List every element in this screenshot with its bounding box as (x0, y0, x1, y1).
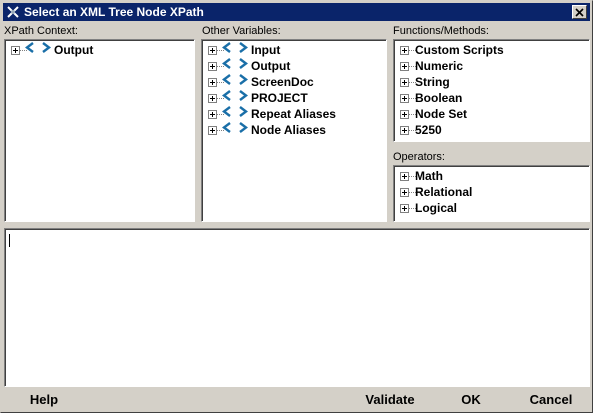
xml-node-icon (222, 42, 248, 53)
xml-node-icon (222, 90, 248, 101)
expand-icon[interactable] (400, 172, 409, 181)
ok-button[interactable]: OK (450, 389, 492, 411)
tree-item-label: Logical (415, 201, 458, 215)
tree-item-label: Node Aliases (251, 123, 326, 137)
functions-label: Functions/Methods: (393, 25, 489, 37)
validate-button[interactable]: Validate (354, 389, 426, 411)
xml-node-icon (222, 106, 248, 117)
expand-icon[interactable] (11, 46, 20, 55)
xml-node-icon (222, 122, 248, 133)
tree-item-label: Relational (415, 185, 473, 199)
expand-icon[interactable] (208, 126, 217, 135)
functions-tree[interactable]: Custom Scripts Numeric String Boolean Node S… (393, 39, 590, 142)
tree-item-label: Output (54, 43, 94, 57)
tree-item-label: Math (415, 169, 443, 183)
expand-icon[interactable] (400, 62, 409, 71)
expand-icon[interactable] (400, 204, 409, 213)
tree-item-label: Custom Scripts (415, 43, 504, 57)
tree-item-label: Boolean (415, 91, 463, 105)
window-title: Select an XML Tree Node XPath (24, 5, 204, 19)
close-icon (575, 8, 584, 17)
operators-label: Operators: (393, 151, 445, 163)
expand-icon[interactable] (400, 94, 409, 103)
expand-icon[interactable] (400, 126, 409, 135)
operators-tree[interactable]: Math Relational Logical (393, 165, 590, 222)
tree-item-label: String (415, 75, 450, 89)
xpath-context-label: XPath Context: (4, 25, 78, 37)
xml-node-icon (222, 74, 248, 85)
tree-item-label: Output (251, 59, 291, 73)
other-variables-tree[interactable]: Input Output ScreenDoc PROJECT Repeat Aliase… (201, 39, 387, 222)
tree-item-label: Numeric (415, 59, 464, 73)
tree-item-label: Node Set (415, 107, 468, 121)
xpath-editor[interactable] (4, 228, 590, 387)
close-button[interactable] (572, 5, 587, 19)
expand-icon[interactable] (208, 78, 217, 87)
xml-node-icon (25, 42, 51, 53)
text-caret (9, 234, 10, 247)
dialog-window: Select an XML Tree Node XPath XPath Cont… (0, 0, 593, 413)
xpath-context-tree[interactable]: Output (4, 39, 195, 222)
expand-icon[interactable] (208, 94, 217, 103)
expand-icon[interactable] (208, 46, 217, 55)
other-variables-label: Other Variables: (202, 25, 281, 37)
tree-item-label: Repeat Aliases (251, 107, 336, 121)
tree-item-label: PROJECT (251, 91, 308, 105)
expand-icon[interactable] (400, 110, 409, 119)
tree-item-label: 5250 (415, 123, 442, 137)
expand-icon[interactable] (400, 78, 409, 87)
xml-node-icon (222, 58, 248, 69)
help-button[interactable]: Help (15, 389, 73, 411)
tree-item-label: ScreenDoc (251, 75, 314, 89)
expand-icon[interactable] (400, 188, 409, 197)
app-icon (7, 6, 19, 18)
expand-icon[interactable] (208, 110, 217, 119)
tree-item-label: Input (251, 43, 281, 57)
expand-icon[interactable] (208, 62, 217, 71)
title-bar[interactable]: Select an XML Tree Node XPath (3, 3, 590, 21)
cancel-button[interactable]: Cancel (519, 389, 583, 411)
expand-icon[interactable] (400, 46, 409, 55)
